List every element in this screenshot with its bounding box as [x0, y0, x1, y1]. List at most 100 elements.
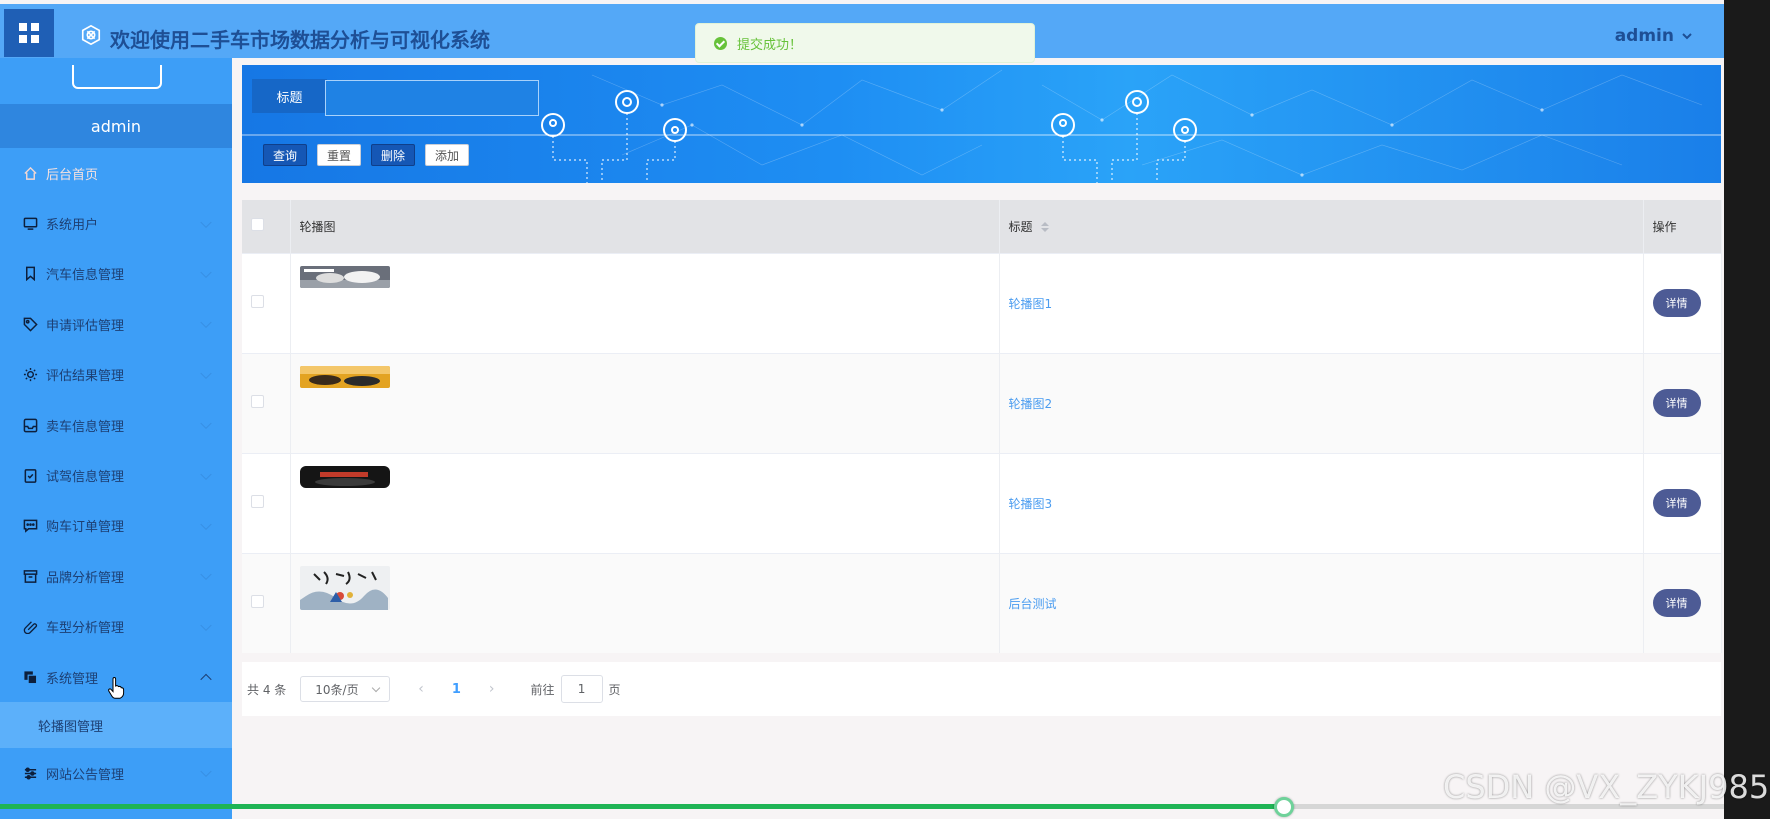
sidebar: admin 后台首页 系统用户 汽车信息管理 申请评估管理 评估结果管理 卖车信…: [0, 58, 232, 819]
sliders-icon: [22, 765, 38, 781]
goto-prefix: 前往: [530, 682, 555, 697]
column-header-image: 轮播图: [290, 200, 1000, 253]
row-select-cell: [242, 452, 291, 553]
row-action-cell: 详情: [1643, 252, 1722, 353]
row-select-cell: [242, 552, 291, 653]
carousel-table: 轮播图 标题 操作 轮播图1 详情 轮播图2 详情 轮播图3 详情 后台测试 详…: [242, 200, 1722, 653]
car-banner-dark-thumbnail: [299, 465, 390, 488]
row-select-cell: [242, 252, 291, 353]
detail-button[interactable]: 详情: [1652, 289, 1701, 317]
check-circle-icon: [714, 36, 727, 50]
monitor-icon: [22, 216, 38, 232]
sidebar-item-brand-analysis[interactable]: 品牌分析管理: [0, 551, 232, 601]
sidebar-menu: 后台首页 系统用户 汽车信息管理 申请评估管理 评估结果管理 卖车信息管理 试驾…: [0, 148, 232, 799]
row-image-cell: [290, 352, 1000, 453]
query-button[interactable]: 查询: [263, 144, 308, 166]
row-action-cell: 详情: [1643, 452, 1722, 553]
inbox-icon: [22, 417, 38, 433]
sidebar-item-label: 卖车信息管理: [46, 419, 125, 435]
sidebar-item-label: 品牌分析管理: [46, 570, 125, 586]
row-select-cell: [242, 352, 291, 453]
goto-page-input[interactable]: [560, 675, 603, 703]
sidebar-item-car-info[interactable]: 汽车信息管理: [0, 249, 232, 299]
sidebar-item-purchase-order[interactable]: 购车订单管理: [0, 501, 232, 551]
submenu-item-carousel[interactable]: 轮播图管理: [0, 702, 232, 749]
user-menu[interactable]: admin: [1615, 26, 1694, 46]
archive-icon: [22, 568, 38, 584]
pagination: 共 4 条 10条/页 ‹ 1 › 前往 页: [242, 662, 1721, 716]
logo-icon: [81, 24, 101, 46]
copy-icon: [22, 669, 38, 685]
car-banner-gold-thumbnail: [299, 365, 390, 388]
table-row: 轮播图3 详情: [242, 452, 1722, 553]
delete-button[interactable]: 删除: [371, 144, 416, 166]
tag-icon: [22, 316, 38, 332]
video-progress-handle[interactable]: [1274, 797, 1294, 817]
video-progress-fill: [0, 804, 1284, 809]
chevron-down-icon: [200, 417, 212, 430]
sidebar-item-home[interactable]: 后台首页: [0, 148, 232, 198]
sidebar-item-evaluation-result[interactable]: 评估结果管理: [0, 350, 232, 400]
reset-button[interactable]: 重置: [317, 144, 362, 166]
sidebar-item-label: 系统管理: [46, 671, 99, 687]
next-page-icon[interactable]: ›: [489, 681, 495, 697]
select-all-checkbox[interactable]: [251, 218, 264, 232]
search-panel: 标题 查询 重置 删除 添加: [242, 65, 1721, 183]
select-all-cell: [242, 200, 291, 253]
chevron-down-icon: [200, 367, 212, 379]
home-icon: [22, 165, 38, 181]
sidebar-item-label: 汽车信息管理: [46, 268, 125, 284]
current-page-number[interactable]: 1: [452, 682, 461, 697]
column-header-title[interactable]: 标题: [999, 200, 1644, 253]
detail-button[interactable]: 详情: [1652, 389, 1701, 417]
sidebar-item-label: 购车订单管理: [46, 520, 125, 536]
sun-icon: [22, 367, 38, 383]
row-image-cell: [290, 552, 1000, 653]
chat-icon: [22, 518, 38, 534]
add-button[interactable]: 添加: [425, 144, 470, 166]
row-checkbox[interactable]: [251, 395, 264, 408]
chevron-down-icon: [200, 468, 212, 480]
search-title-input[interactable]: [325, 80, 539, 116]
chevron-down-icon: [200, 266, 212, 279]
table-row: 轮播图2 详情: [242, 352, 1722, 453]
row-title-cell: 轮播图3: [999, 452, 1644, 553]
row-title-cell: 轮播图2: [999, 352, 1644, 453]
submenu-item-label: 轮播图管理: [38, 719, 104, 735]
sidebar-item-users[interactable]: 系统用户: [0, 198, 232, 248]
user-menu-label: admin: [1614, 26, 1674, 46]
sidebar-item-sell-car[interactable]: 卖车信息管理: [0, 400, 232, 450]
sidebar-item-label: 网站公告管理: [46, 767, 125, 783]
success-toast: 提交成功！: [695, 23, 1035, 63]
prev-page-icon[interactable]: ‹: [418, 681, 424, 697]
sidebar-username: admin: [0, 104, 232, 148]
row-checkbox[interactable]: [251, 495, 264, 508]
row-checkbox[interactable]: [251, 595, 264, 609]
sidebar-item-model-analysis[interactable]: 车型分析管理: [0, 602, 232, 652]
sidebar-item-evaluation-apply[interactable]: 申请评估管理: [0, 299, 232, 349]
sidebar-item-label: 后台首页: [46, 167, 99, 183]
sort-icon[interactable]: [1040, 222, 1049, 233]
row-image-cell: [290, 452, 1000, 553]
menu-toggle-button[interactable]: [4, 9, 54, 57]
sidebar-item-test-drive[interactable]: 试驾信息管理: [0, 450, 232, 500]
hand-cursor-icon: [108, 677, 125, 699]
row-title: 轮播图1: [1008, 296, 1053, 311]
row-checkbox[interactable]: [251, 295, 264, 308]
app-title: 欢迎使用二手车市场数据分析与可视化系统: [110, 28, 490, 52]
sidebar-item-announcement[interactable]: 网站公告管理: [0, 748, 232, 798]
chevron-down-icon: [200, 619, 212, 631]
row-title-cell: 后台测试: [999, 552, 1644, 653]
page-size-select[interactable]: 10条/页: [300, 676, 391, 702]
clipboard-check-icon: [22, 468, 38, 484]
detail-button[interactable]: 详情: [1652, 489, 1701, 517]
table-header-row: 轮播图 标题 操作: [242, 200, 1722, 253]
sidebar-item-label: 车型分析管理: [46, 621, 125, 637]
calligraphy-banner-thumbnail: [299, 565, 390, 610]
chevron-down-icon: [200, 518, 212, 530]
row-title: 后台测试: [1008, 596, 1057, 611]
detail-button[interactable]: 详情: [1652, 589, 1701, 618]
page-size-value: 10条/页: [315, 682, 359, 697]
goto-suffix: 页: [608, 682, 621, 697]
column-header-action: 操作: [1643, 200, 1722, 253]
